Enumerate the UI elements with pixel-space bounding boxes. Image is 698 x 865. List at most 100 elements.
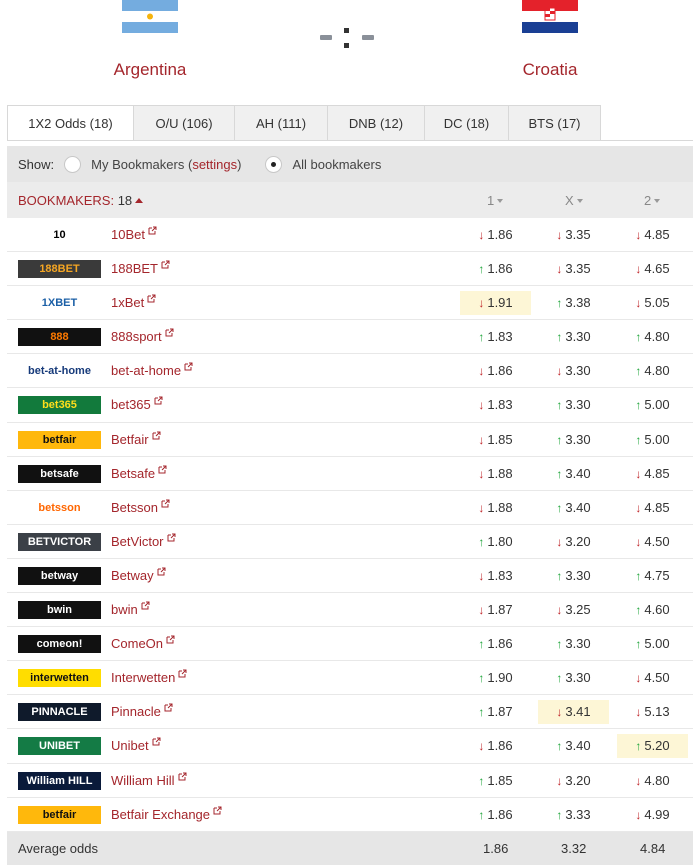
odds-cell-1[interactable]: ↓ 1.88: [460, 496, 531, 520]
odds-cell-x[interactable]: ↓ 3.25: [538, 598, 609, 622]
odds-cell-1[interactable]: ↑ 1.83: [460, 325, 531, 349]
bookmaker-link[interactable]: Unibet: [111, 737, 161, 753]
odds-cell-x[interactable]: ↑ 3.30: [538, 564, 609, 588]
tab-over-under[interactable]: O/U (106): [134, 105, 235, 141]
odds-cell-2[interactable]: ↓ 4.65: [617, 257, 688, 281]
odds-cell-1[interactable]: ↓ 1.87: [460, 598, 531, 622]
odds-cell-2[interactable]: ↑ 4.75: [617, 564, 688, 588]
odds-cell-2[interactable]: ↑ 5.00: [617, 632, 688, 656]
odds-cell-x[interactable]: ↑ 3.30: [538, 393, 609, 417]
my-bookmakers-option[interactable]: My Bookmakers (settings): [91, 157, 241, 172]
odds-cell-2[interactable]: ↓ 4.85: [617, 462, 688, 486]
my-bookmakers-radio[interactable]: [64, 155, 82, 173]
bookmaker-link[interactable]: Betfair Exchange: [111, 806, 222, 822]
odds-cell-1[interactable]: ↑ 1.86: [460, 803, 531, 827]
bookmaker-link[interactable]: 188BET: [111, 260, 170, 276]
col-header-2[interactable]: 2: [644, 193, 661, 208]
away-team[interactable]: Croatia: [500, 0, 600, 80]
odds-cell-1[interactable]: ↓ 1.86: [460, 359, 531, 383]
odds-cell-1[interactable]: ↓ 1.88: [460, 462, 531, 486]
betfair-exchange-logo-icon[interactable]: betfair: [18, 805, 101, 824]
bookmaker-link[interactable]: Betsson: [111, 499, 170, 515]
all-bookmakers-radio[interactable]: [265, 155, 283, 173]
odds-cell-1[interactable]: ↓ 1.91: [460, 291, 531, 316]
odds-cell-2[interactable]: ↓ 4.50: [617, 666, 688, 690]
away-team-name[interactable]: Croatia: [500, 60, 600, 80]
bookmaker-link[interactable]: William Hill: [111, 772, 187, 788]
pinnacle-logo-icon[interactable]: PINNACLE: [18, 703, 101, 722]
188bet-logo-icon[interactable]: 188BET: [18, 260, 101, 279]
odds-cell-1[interactable]: ↑ 1.80: [460, 530, 531, 554]
odds-cell-x[interactable]: ↑ 3.40: [538, 496, 609, 520]
bookmaker-link[interactable]: bet365: [111, 396, 163, 412]
1xbet-logo-icon[interactable]: 1XBET: [18, 294, 101, 313]
odds-cell-1[interactable]: ↓ 1.83: [460, 393, 531, 417]
betfair-logo-icon[interactable]: betfair: [18, 430, 101, 449]
odds-cell-2[interactable]: ↓ 4.50: [617, 530, 688, 554]
odds-cell-2[interactable]: ↓ 4.80: [617, 769, 688, 793]
tab-double-chance[interactable]: DC (18): [425, 105, 509, 141]
odds-cell-1[interactable]: ↓ 1.86: [460, 223, 531, 247]
odds-cell-2[interactable]: ↓ 4.85: [617, 223, 688, 247]
888sport-logo-icon[interactable]: 888: [18, 328, 101, 347]
comeon-logo-icon[interactable]: comeon!: [18, 635, 101, 654]
odds-cell-x[interactable]: ↑ 3.40: [538, 734, 609, 758]
bookmaker-link[interactable]: 1xBet: [111, 294, 156, 310]
bookmaker-link[interactable]: Betway: [111, 567, 166, 583]
odds-cell-x[interactable]: ↓ 3.20: [538, 530, 609, 554]
bookmaker-link[interactable]: ComeOn: [111, 635, 175, 651]
unibet-logo-icon[interactable]: UNIBET: [18, 737, 101, 756]
odds-cell-x[interactable]: ↓ 3.41: [538, 700, 609, 725]
odds-cell-x[interactable]: ↑ 3.30: [538, 325, 609, 349]
all-bookmakers-option[interactable]: All bookmakers: [292, 157, 381, 172]
odds-cell-1[interactable]: ↑ 1.85: [460, 769, 531, 793]
odds-cell-x[interactable]: ↓ 3.30: [538, 359, 609, 383]
odds-cell-1[interactable]: ↓ 1.86: [460, 734, 531, 758]
odds-cell-2[interactable]: ↓ 4.85: [617, 496, 688, 520]
bookmaker-link[interactable]: BetVictor: [111, 533, 176, 549]
odds-cell-2[interactable]: ↑ 5.00: [617, 428, 688, 452]
home-team-name[interactable]: Argentina: [100, 60, 200, 80]
odds-cell-2[interactable]: ↑ 4.80: [617, 359, 688, 383]
odds-cell-x[interactable]: ↑ 3.30: [538, 428, 609, 452]
betsafe-logo-icon[interactable]: betsafe: [18, 464, 101, 483]
10bet-logo-icon[interactable]: 10: [18, 226, 101, 244]
odds-cell-x[interactable]: ↑ 3.30: [538, 632, 609, 656]
bookmaker-link[interactable]: Interwetten: [111, 669, 187, 685]
betway-logo-icon[interactable]: betway: [18, 566, 101, 585]
odds-cell-1[interactable]: ↑ 1.87: [460, 700, 531, 724]
odds-cell-1[interactable]: ↓ 1.83: [460, 564, 531, 588]
tab-asian-handicap[interactable]: AH (111): [235, 105, 328, 141]
bookmaker-link[interactable]: bet-at-home: [111, 362, 193, 378]
odds-cell-2[interactable]: ↑ 4.80: [617, 325, 688, 349]
odds-cell-2[interactable]: ↓ 5.13: [617, 700, 688, 724]
settings-link[interactable]: settings: [192, 157, 237, 172]
odds-cell-2[interactable]: ↓ 4.99: [617, 803, 688, 827]
odds-cell-x[interactable]: ↑ 3.40: [538, 462, 609, 486]
bookmaker-link[interactable]: Betfair: [111, 431, 161, 447]
home-team[interactable]: Argentina: [100, 0, 200, 80]
odds-cell-x[interactable]: ↑ 3.33: [538, 803, 609, 827]
odds-cell-x[interactable]: ↓ 3.20: [538, 769, 609, 793]
col-header-1[interactable]: 1: [487, 193, 504, 208]
odds-cell-2[interactable]: ↑ 5.00: [617, 393, 688, 417]
odds-cell-x[interactable]: ↑ 3.30: [538, 666, 609, 690]
bookmaker-link[interactable]: Pinnacle: [111, 703, 173, 719]
bookmaker-link[interactable]: 10Bet: [111, 226, 157, 242]
bookmakers-sort-header[interactable]: BOOKMAKERS: 18: [7, 193, 457, 208]
bwin-logo-icon[interactable]: bwin: [18, 601, 101, 620]
interwetten-logo-icon[interactable]: interwetten: [18, 669, 101, 688]
bookmaker-link[interactable]: Betsafe: [111, 465, 167, 481]
bookmaker-link[interactable]: bwin: [111, 601, 150, 617]
odds-cell-1[interactable]: ↑ 1.86: [460, 632, 531, 656]
tab-draw-no-bet[interactable]: DNB (12): [328, 105, 425, 141]
bet-at-home-logo-icon[interactable]: bet-at-home: [18, 362, 101, 381]
odds-cell-1[interactable]: ↑ 1.90: [460, 666, 531, 690]
odds-cell-1[interactable]: ↓ 1.85: [460, 428, 531, 452]
odds-cell-2[interactable]: ↓ 5.05: [617, 291, 688, 315]
tab-both-teams-score[interactable]: BTS (17): [509, 105, 601, 141]
odds-cell-x[interactable]: ↓ 3.35: [538, 257, 609, 281]
col-header-x[interactable]: X: [565, 193, 583, 208]
odds-cell-x[interactable]: ↓ 3.35: [538, 223, 609, 247]
william-hill-logo-icon[interactable]: William HILL: [18, 771, 101, 790]
